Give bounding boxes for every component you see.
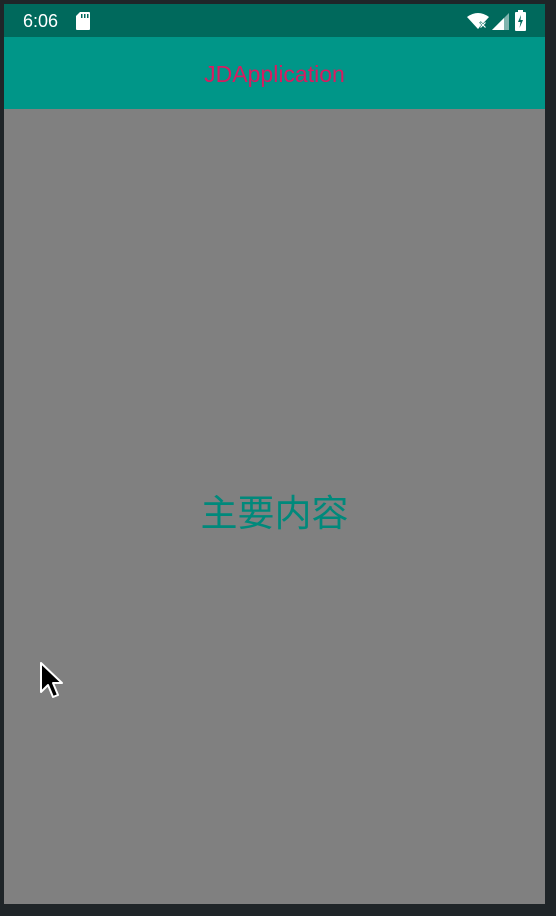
status-bar: 6:06 — [4, 4, 545, 37]
app-toolbar: JDApplication — [4, 37, 545, 109]
main-content: 主要内容 — [4, 109, 545, 904]
sd-card-icon — [76, 12, 90, 30]
wifi-off-icon — [467, 13, 489, 29]
cellular-signal-icon — [492, 13, 509, 30]
status-time: 6:06 — [23, 11, 59, 31]
device-frame: 6:06 JDApplication 主要内容 — [0, 0, 556, 916]
battery-icon — [515, 10, 526, 31]
app-title: JDApplication — [204, 61, 345, 87]
main-content-text: 主要内容 — [200, 492, 349, 535]
app-screen: 6:06 JDApplication 主要内容 — [4, 4, 545, 904]
mouse-cursor-icon — [40, 662, 63, 698]
